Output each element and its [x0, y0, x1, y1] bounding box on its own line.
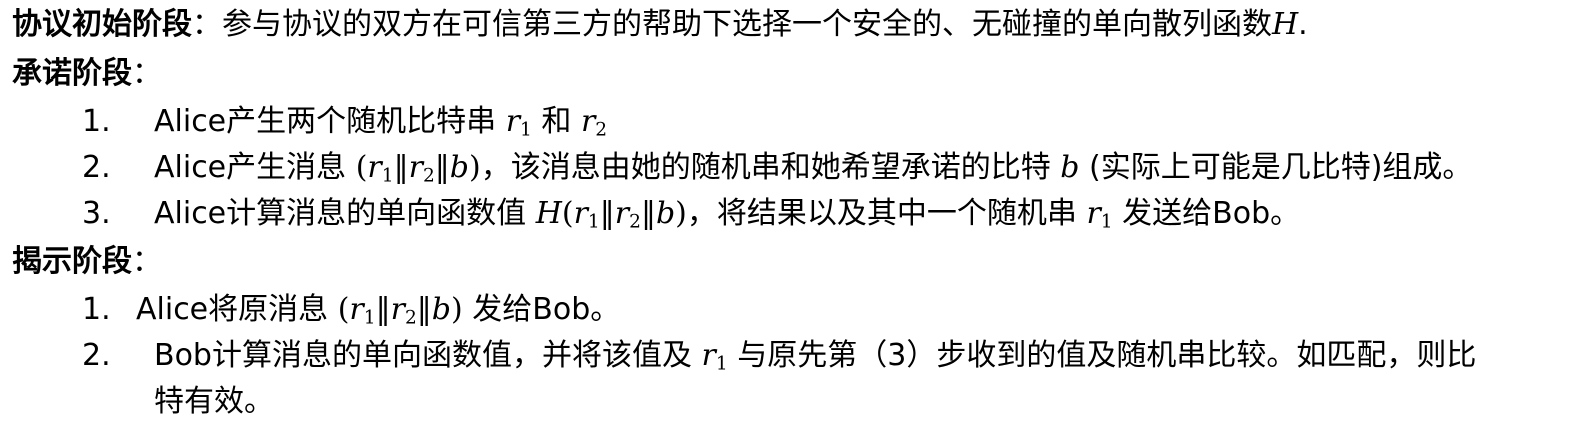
commit-phase-heading: 承诺阶段: [12, 56, 132, 91]
step-number: 2.: [82, 338, 111, 373]
step-text: Alice产生消息: [154, 150, 356, 185]
step-text: Alice计算消息的单向函数值: [154, 196, 536, 231]
math-b: b: [1060, 150, 1080, 185]
reveal-step-1: 1. Alice将原消息 (r1‖r2‖b) 发给Bob。: [82, 288, 1582, 332]
commit-phase-line: 承诺阶段：: [12, 52, 162, 96]
math-hash-message: H(r1‖r2‖b): [535, 196, 687, 233]
math-r1: r1: [505, 104, 532, 141]
reveal-phase-heading: 揭示阶段: [12, 244, 132, 279]
init-phase-line: 协议初始阶段：参与协议的双方在可信第三方的帮助下选择一个安全的、无碰撞的单向散列…: [12, 3, 1308, 47]
init-phase-heading: 协议初始阶段: [12, 7, 192, 42]
step-text: Alice产生两个随机比特串: [154, 104, 506, 139]
step-text: Bob计算消息的单向函数值，并将该值及: [154, 338, 702, 373]
colon: ：: [132, 244, 162, 279]
step-number: 2.: [82, 150, 111, 185]
step-text: Alice将原消息: [136, 292, 338, 327]
commit-step-3: 3. Alice计算消息的单向函数值 H(r1‖r2‖b)，将结果以及其中一个随…: [82, 192, 1582, 236]
document-page: 协议初始阶段：参与协议的双方在可信第三方的帮助下选择一个安全的、无碰撞的单向散列…: [0, 0, 1596, 437]
step-text: ，将结果以及其中一个随机串: [686, 196, 1087, 231]
step-number: 1.: [82, 104, 111, 139]
step-number: 1.: [82, 292, 111, 327]
commit-step-2: 2. Alice产生消息 (r1‖r2‖b)，该消息由她的随机串和她希望承诺的比…: [82, 146, 1582, 190]
period: .: [1298, 7, 1308, 42]
step-number: 3.: [82, 196, 111, 231]
colon: ：: [192, 7, 222, 42]
math-message: (r1‖r2‖b): [337, 292, 463, 329]
hash-function-symbol: H: [1272, 7, 1299, 42]
math-r2: r2: [580, 104, 608, 141]
reveal-step-2: 2. Bob计算消息的单向函数值，并将该值及 r1 与原先第（3）步收到的值及随…: [82, 334, 1582, 378]
reveal-step-2-continuation: 特有效。: [154, 380, 274, 424]
colon: ：: [132, 56, 162, 91]
step-text: 发给Bob。: [462, 292, 621, 327]
step-text: 发送给Bob。: [1112, 196, 1301, 231]
reveal-phase-line: 揭示阶段：: [12, 240, 162, 284]
step-text: ，该消息由她的随机串和她希望承诺的比特: [480, 150, 1061, 185]
step-text: 与原先第（3）步收到的值及随机串比较。如匹配，则比: [727, 338, 1477, 373]
math-r1: r1: [701, 338, 728, 375]
init-phase-text: 参与协议的双方在可信第三方的帮助下选择一个安全的、无碰撞的单向散列函数: [222, 7, 1272, 42]
math-r1: r1: [1086, 196, 1113, 233]
step-text: 特有效。: [154, 384, 274, 419]
math-message: (r1‖r2‖b): [355, 150, 481, 187]
step-text: (实际上可能是几比特)组成。: [1079, 150, 1473, 185]
commit-step-1: 1. Alice产生两个随机比特串 r1 和 r2: [82, 100, 1582, 144]
step-text: 和: [531, 104, 581, 139]
